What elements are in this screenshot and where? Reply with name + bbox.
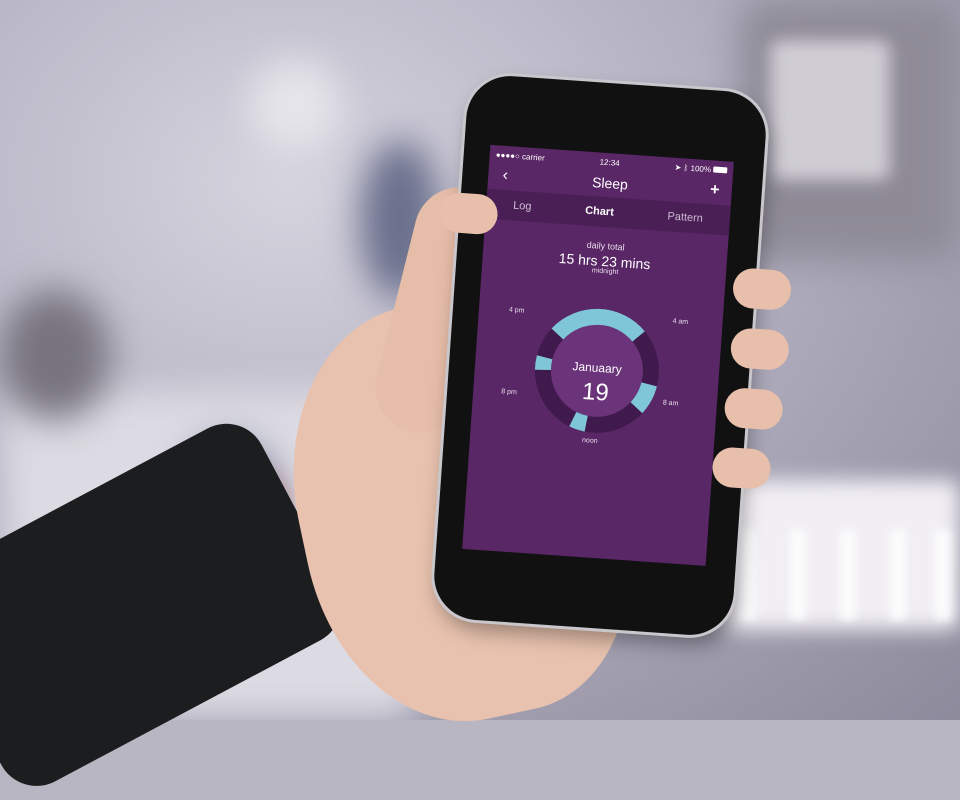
label-4pm: 4 pm [508, 306, 525, 315]
tab-pattern[interactable]: Pattern [667, 210, 703, 224]
battery-label: 100% [690, 163, 712, 174]
page-title: Sleep [591, 174, 629, 193]
finger-left-top [438, 191, 499, 236]
carrier-label: ●●●●○ carrier [495, 149, 546, 163]
plus-icon[interactable]: + [705, 181, 724, 200]
bg-lamp [250, 60, 340, 150]
label-4am: 4 am [672, 317, 689, 327]
bg-toy [0, 290, 110, 420]
label-noon: noon [581, 436, 598, 446]
battery-group: ➤ ᛒ 100% [674, 162, 728, 175]
finger-right-4 [711, 446, 772, 491]
phone: ●●●●○ carrier 12:34 ➤ ᛒ 100% ‹ Sleep + L… [431, 73, 793, 638]
battery-icon [713, 166, 728, 174]
clock-time: 12:34 [599, 157, 620, 168]
finger-right-1 [731, 267, 793, 312]
tab-chart[interactable]: Chart [585, 205, 615, 219]
finger-right-2 [729, 327, 791, 372]
chevron-left-icon[interactable]: ‹ [496, 166, 515, 185]
bg-window-light [770, 40, 890, 180]
tab-log[interactable]: Log [513, 200, 532, 213]
location-icon: ➤ [674, 162, 682, 172]
bluetooth-icon: ᛒ [683, 162, 689, 173]
finger-right-3 [723, 386, 784, 431]
app-screen: ●●●●○ carrier 12:34 ➤ ᛒ 100% ‹ Sleep + L… [462, 144, 734, 566]
crib-rails [720, 520, 960, 620]
